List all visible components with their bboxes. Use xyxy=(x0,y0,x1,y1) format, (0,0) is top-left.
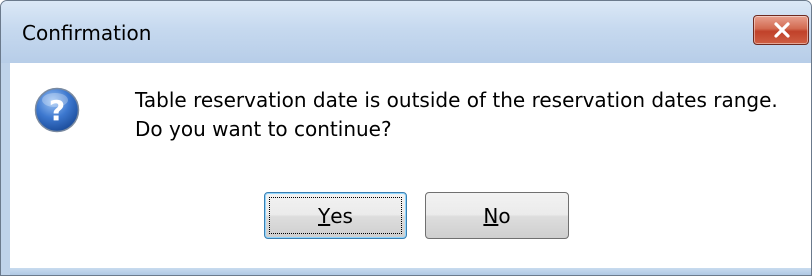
yes-button[interactable]: Yes xyxy=(264,192,407,239)
svg-text:?: ? xyxy=(49,94,65,127)
title-bar[interactable]: Confirmation xyxy=(1,1,811,63)
confirmation-message: Table reservation date is outside of the… xyxy=(135,86,778,144)
window-title: Confirmation xyxy=(22,21,152,45)
confirmation-dialog: Confirmation ? Table reservation date is… xyxy=(0,0,812,276)
no-button[interactable]: No xyxy=(425,192,569,239)
message-line: Do you want to continue? xyxy=(135,117,392,141)
no-label-rest: o xyxy=(498,203,511,228)
yes-label-rest: es xyxy=(330,203,353,228)
dialog-body: ? Table reservation date is outside of t… xyxy=(10,63,811,268)
question-icon: ? xyxy=(34,87,80,133)
no-mnemonic: N xyxy=(483,203,499,228)
no-button-label: No xyxy=(426,193,568,238)
message-line: Table reservation date is outside of the… xyxy=(135,88,778,112)
close-icon xyxy=(774,22,790,38)
yes-mnemonic: Y xyxy=(318,203,331,228)
close-button[interactable] xyxy=(753,15,809,45)
window-frame-bottom xyxy=(10,268,811,275)
yes-button-label: Yes xyxy=(265,193,406,238)
